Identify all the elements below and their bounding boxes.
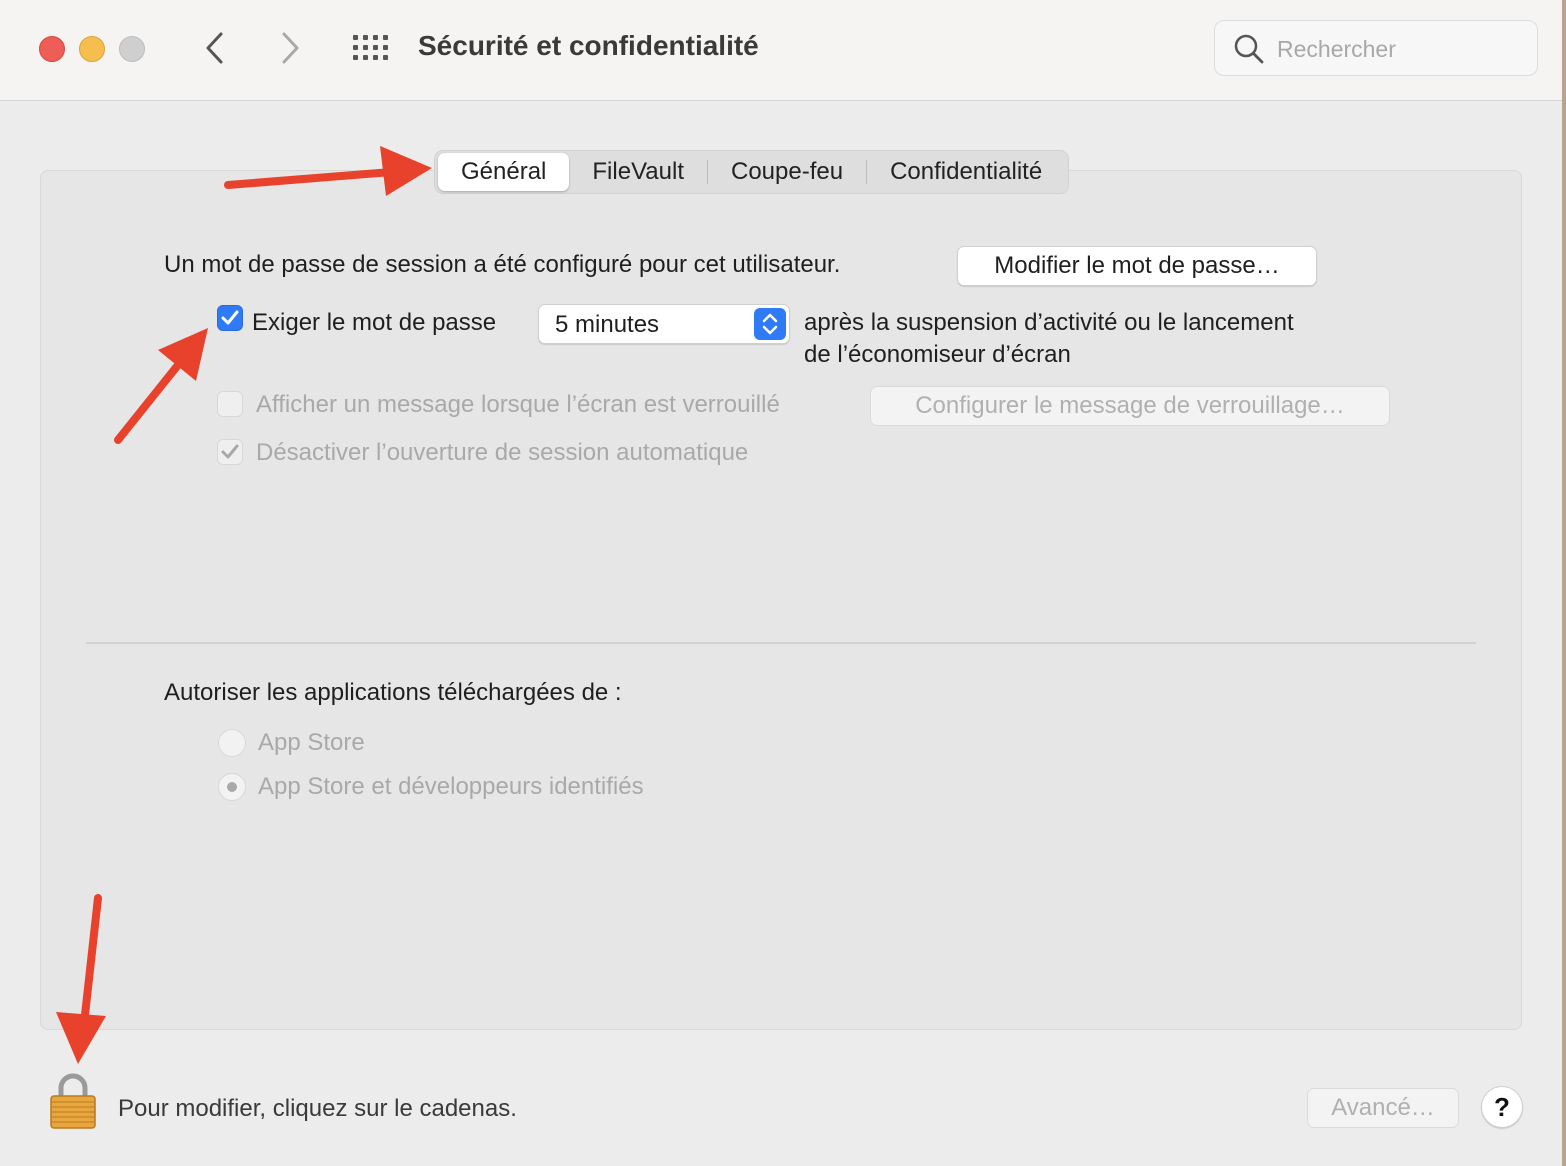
annotation-arrow-lock: [56, 894, 106, 1064]
preferences-window: Sécurité et confidentialité Général File…: [0, 0, 1562, 1166]
